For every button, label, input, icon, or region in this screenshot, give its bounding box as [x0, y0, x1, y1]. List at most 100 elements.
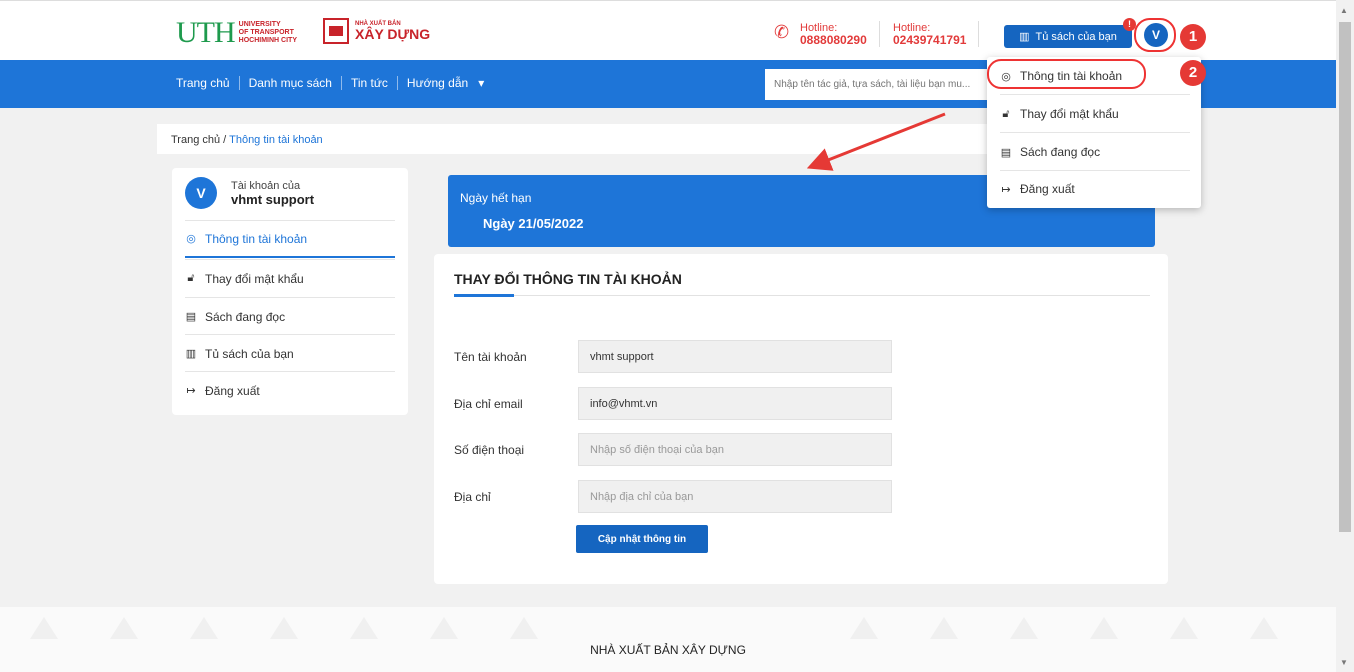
sidebar-item-label: Thay đổi mật khẩu [205, 271, 304, 286]
field-row-phone: Số điện thoại [454, 433, 892, 466]
footer-pattern [190, 617, 218, 639]
scrollbar-thumb[interactable] [1339, 22, 1351, 532]
dropdown-item-logout[interactable]: ↦ Đăng xuất [1000, 170, 1190, 208]
sidebar-item-logout[interactable]: ↦ Đăng xuất [185, 371, 395, 409]
breadcrumb-current: Thông tin tài khoản [229, 134, 323, 146]
email-label: Địa chỉ email [454, 396, 523, 411]
phone-icon: ✆ [774, 22, 790, 42]
address-field[interactable] [578, 480, 892, 513]
nav-home[interactable]: Trang chủ [176, 76, 239, 90]
title-underline [454, 294, 514, 297]
footer-pattern [110, 617, 138, 639]
footer-pattern [30, 617, 58, 639]
breadcrumb-separator: / [220, 134, 230, 146]
footer: NHÀ XUẤT BẢN XÂY DỰNG [0, 607, 1336, 672]
expiry-date: Ngày 21/05/2022 [483, 216, 584, 231]
field-row-email: Địa chỉ email [454, 387, 892, 420]
username-field[interactable] [578, 340, 892, 373]
annotation-step-1: 1 [1180, 24, 1206, 50]
account-of-label: Tài khoản của [231, 179, 301, 192]
email-field[interactable] [578, 387, 892, 420]
account-info-form: THAY ĐỔI THÔNG TIN TÀI KHOẢN Tên tài kho… [434, 254, 1168, 584]
top-header: UTH UNIVERSITY OF TRANSPORT HOCHIMINH CITY… [0, 0, 1336, 60]
footer-pattern [430, 617, 458, 639]
main-menu: Trang chủ Danh mục sách Tin tức Hướng dẫ… [176, 76, 493, 90]
bookshelf-button[interactable]: ▥ Tủ sách của bạn [1004, 25, 1132, 48]
bookshelf-icon: ▥ [1019, 31, 1030, 43]
annotation-step-2: 2 [1180, 60, 1206, 86]
footer-pattern [930, 617, 958, 639]
logout-icon: ↦ [186, 385, 196, 397]
hotline-divider [879, 21, 880, 47]
field-row-address: Địa chỉ [454, 480, 892, 513]
sidebar-item-bookshelf[interactable]: ▥ Tủ sách của bạn [185, 334, 395, 372]
footer-pattern [1090, 617, 1118, 639]
update-info-button[interactable]: Cập nhật thông tin [576, 525, 708, 553]
dropdown-item-label: Sách đang đọc [1020, 145, 1101, 159]
username-label: Tên tài khoản [454, 349, 527, 364]
uth-logo-letters: UTH [176, 16, 236, 49]
uth-logo-text: UNIVERSITY OF TRANSPORT HOCHIMINH CITY [238, 21, 297, 44]
uth-logo[interactable]: UTH UNIVERSITY OF TRANSPORT HOCHIMINH CITY [176, 18, 297, 48]
hotline-1-number: 0888080290 [800, 33, 867, 47]
sidebar-item-change-password[interactable]: 🔓︎ Thay đổi mật khẩu [185, 259, 395, 297]
sidebar-item-label: Đăng xuất [205, 383, 260, 398]
account-sidebar: V Tài khoản của vhmt support ◎ Thông tin… [172, 168, 408, 415]
sidebar-item-reading[interactable]: ▤ Sách đang đọc [185, 297, 395, 335]
nav-news[interactable]: Tin tức [340, 76, 397, 90]
publisher-logo-icon [323, 18, 349, 44]
nav-guide[interactable]: Hướng dẫn ▾ [396, 76, 493, 90]
annotation-ring [1134, 18, 1176, 52]
chevron-down-icon: ▾ [478, 76, 485, 90]
breadcrumb-home[interactable]: Trang chủ [171, 134, 220, 146]
phone-label: Số điện thoại [454, 442, 525, 457]
dropdown-item-change-password[interactable]: 🔓︎ Thay đổi mật khẩu [1000, 95, 1190, 133]
bookshelf-icon: ▥ [185, 348, 197, 360]
dropdown-item-reading[interactable]: ▤ Sách đang đọc [1000, 133, 1190, 171]
phone-field[interactable] [578, 433, 892, 466]
publisher-logo[interactable]: NHÀ XUẤT BẢN XÂY DỰNG [323, 18, 430, 44]
footer-title: NHÀ XUẤT BẢN XÂY DỰNG [590, 643, 746, 657]
book-icon: ▤ [185, 311, 197, 323]
form-title: THAY ĐỔI THÔNG TIN TÀI KHOẢN [454, 271, 682, 287]
footer-pattern [1010, 617, 1038, 639]
annotation-arrow [806, 112, 946, 171]
footer-pattern [350, 617, 378, 639]
search-input[interactable] [765, 69, 1005, 100]
scroll-down-icon[interactable]: ▼ [1340, 658, 1348, 667]
publisher-logo-big: XÂY DỰNG [355, 26, 431, 42]
sidebar-item-label: Sách đang đọc [205, 309, 286, 324]
lock-icon: 🔓︎ [187, 272, 195, 284]
hotline-divider [978, 21, 979, 47]
sidebar-account-header: V Tài khoản của vhmt support [185, 177, 314, 209]
lock-icon: 🔓︎ [1002, 107, 1010, 120]
bookshelf-button-label: Tủ sách của bạn [1035, 30, 1117, 43]
footer-pattern [510, 617, 538, 639]
user-circle-icon: ◎ [186, 233, 196, 245]
dropdown-item-label: Thay đổi mật khẩu [1020, 107, 1119, 121]
dropdown-item-label: Đăng xuất [1020, 182, 1075, 196]
expiry-label: Ngày hết hạn [460, 191, 532, 205]
page-scrollbar[interactable]: ▲ ▼ [1336, 0, 1354, 672]
footer-pattern [1170, 617, 1198, 639]
sidebar-item-account-info[interactable]: ◎ Thông tin tài khoản [185, 220, 395, 258]
sidebar-avatar: V [185, 177, 217, 209]
account-username: vhmt support [231, 191, 315, 207]
divider [454, 295, 1150, 296]
hotline-2-number: 02439741791 [893, 33, 967, 47]
annotation-ring [987, 59, 1146, 89]
field-row-username: Tên tài khoản [454, 340, 892, 373]
sidebar-item-label: Thông tin tài khoản [205, 231, 308, 246]
nav-categories[interactable]: Danh mục sách [238, 76, 341, 90]
book-icon: ▤ [1000, 146, 1012, 159]
footer-pattern [850, 617, 878, 639]
hotline-1[interactable]: ✆ Hotline: 0888080290 [774, 22, 867, 46]
hotline-2[interactable]: Hotline: 02439741791 [893, 22, 966, 46]
footer-pattern [1250, 617, 1278, 639]
logout-icon: ↦ [1001, 183, 1011, 196]
footer-pattern [270, 617, 298, 639]
scroll-up-icon[interactable]: ▲ [1340, 6, 1348, 15]
address-label: Địa chỉ [454, 489, 491, 504]
nav-guide-label: Hướng dẫn [406, 76, 469, 90]
sidebar-item-label: Tủ sách của bạn [205, 346, 294, 361]
